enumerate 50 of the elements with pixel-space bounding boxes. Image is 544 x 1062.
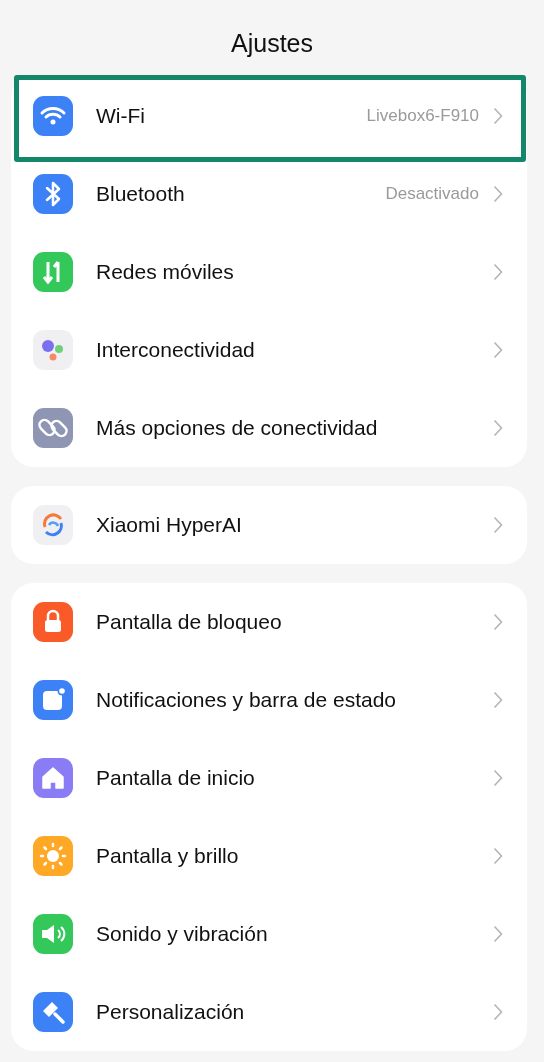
- item-label: Interconectividad: [96, 338, 256, 362]
- lock-icon: [33, 602, 73, 642]
- wifi-icon: [33, 96, 73, 136]
- settings-item[interactable]: Xiaomi HyperAI: [11, 486, 527, 564]
- dots-icon: [33, 330, 73, 370]
- chevron-icon: [493, 847, 503, 865]
- arrows-icon: [33, 252, 73, 292]
- chevron-icon: [493, 769, 503, 787]
- chevron-icon: [493, 419, 503, 437]
- settings-item[interactable]: Pantalla y brillo: [11, 817, 527, 895]
- item-label: Pantalla de bloqueo: [96, 610, 283, 634]
- chevron-icon: [493, 185, 503, 203]
- item-label: Más opciones de conectividad: [96, 416, 379, 440]
- item-label: Wi-Fi: [96, 104, 146, 128]
- page-title: Ajustes: [231, 28, 313, 58]
- settings-item[interactable]: Pantalla de bloqueo: [11, 583, 527, 661]
- settings-item[interactable]: Wi-Fi Livebox6-F910: [11, 77, 527, 155]
- speaker-icon: [33, 914, 73, 954]
- home-icon: [33, 758, 73, 798]
- chevron-icon: [493, 107, 503, 125]
- chevron-icon: [493, 1003, 503, 1021]
- chevron-icon: [493, 691, 503, 709]
- item-label: Pantalla de inicio: [96, 766, 256, 790]
- chevron-icon: [493, 341, 503, 359]
- item-label: Bluetooth: [96, 182, 186, 206]
- settings-item[interactable]: Sonido y vibración: [11, 895, 527, 973]
- item-label: Notificaciones y barra de estado: [96, 688, 397, 712]
- link-icon: [33, 408, 73, 448]
- chevron-icon: [493, 263, 503, 281]
- item-label: Pantalla y brillo: [96, 844, 240, 868]
- chevron-icon: [493, 925, 503, 943]
- settings-item[interactable]: Notificaciones y barra de estado: [11, 661, 527, 739]
- chevron-icon: [493, 613, 503, 631]
- item-value: Livebox6-F910: [366, 106, 479, 126]
- chevron-icon: [493, 516, 503, 534]
- item-label: Personalización: [96, 1000, 246, 1024]
- settings-item[interactable]: Bluetooth Desactivado: [11, 155, 527, 233]
- settings-item[interactable]: Pantalla de inicio: [11, 739, 527, 817]
- item-value: Desactivado: [385, 184, 479, 204]
- item-label: Redes móviles: [96, 260, 235, 284]
- item-label: Sonido y vibración: [96, 922, 269, 946]
- settings-item[interactable]: Redes móviles: [11, 233, 527, 311]
- settings-item[interactable]: Más opciones de conectividad: [11, 389, 527, 467]
- swirl-icon: [33, 505, 73, 545]
- item-label: Xiaomi HyperAI: [96, 513, 243, 537]
- settings-item[interactable]: Personalización: [11, 973, 527, 1051]
- bluetooth-icon: [33, 174, 73, 214]
- sun-icon: [33, 836, 73, 876]
- notification-icon: [33, 680, 73, 720]
- settings-item[interactable]: Interconectividad: [11, 311, 527, 389]
